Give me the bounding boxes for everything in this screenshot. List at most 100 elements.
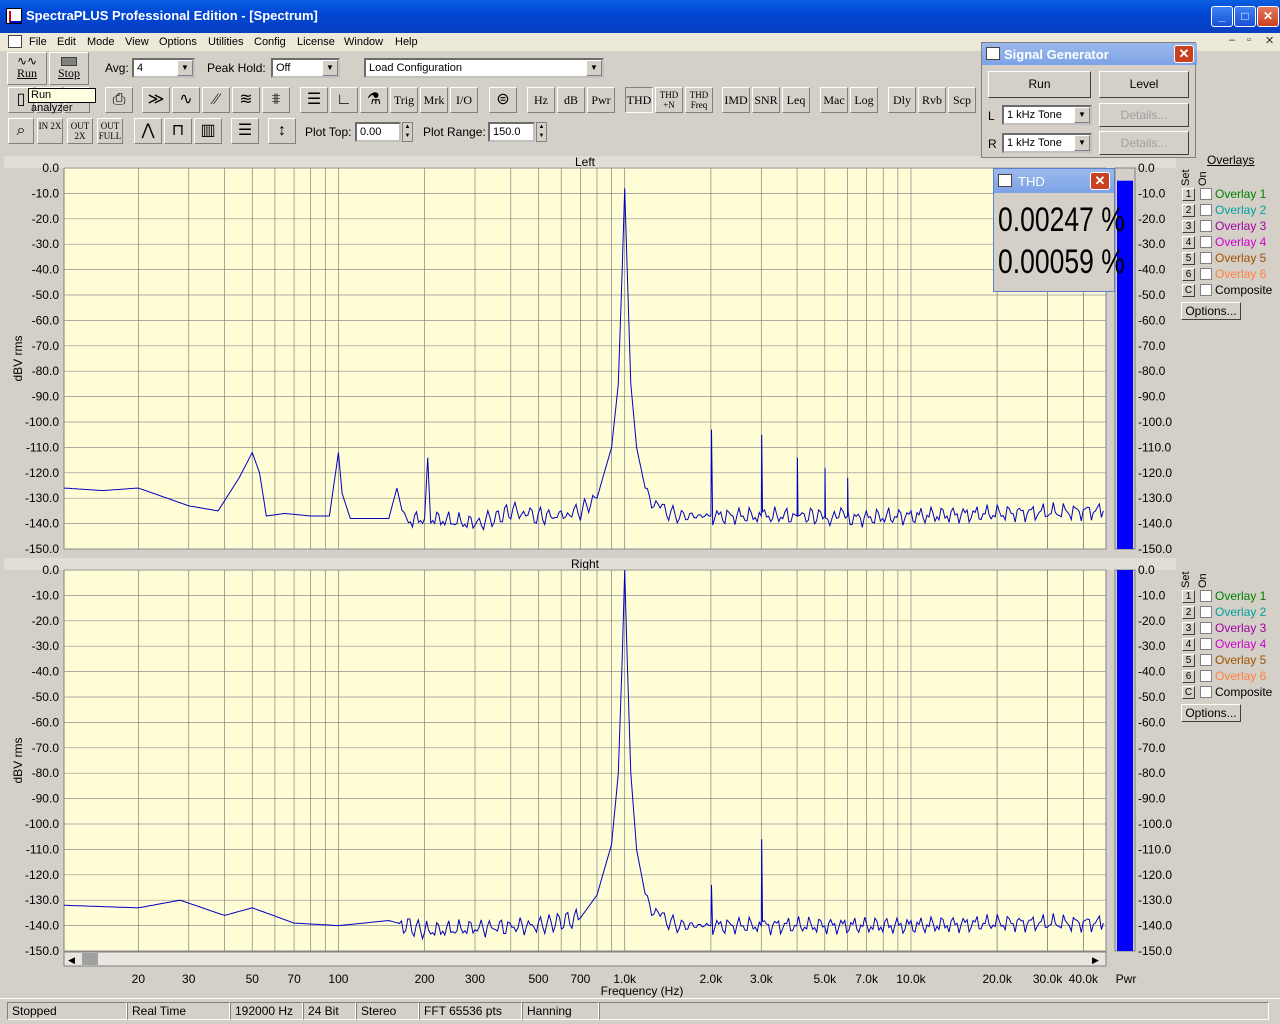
overlay-set-button[interactable]: 4 [1182, 638, 1195, 651]
calibration-button[interactable]: ⚗ [360, 87, 388, 113]
sawtooth-button[interactable]: ⁄⁄ [202, 87, 230, 113]
io-button[interactable]: I/O [450, 87, 478, 113]
bar-style-button[interactable]: ▥ [194, 118, 222, 144]
overlay-set-button[interactable]: C [1182, 686, 1195, 699]
signal-generator-button[interactable]: ⊜ [489, 87, 517, 113]
mac-button[interactable]: Mac [820, 87, 848, 113]
generator-right-details-button[interactable]: Details... [1099, 131, 1189, 155]
imd-button[interactable]: IMD [722, 87, 750, 113]
signal-generator-close-button[interactable]: ✕ [1174, 45, 1194, 63]
overlay-checkbox[interactable] [1200, 268, 1212, 280]
menu-options[interactable]: Options [159, 36, 197, 48]
scp-button[interactable]: Scp [948, 87, 976, 113]
spectrogram-button[interactable]: ≋ [232, 87, 260, 113]
overlay-checkbox[interactable] [1200, 284, 1212, 296]
vertical-scale-button[interactable]: ↕ [268, 118, 296, 144]
dly-button[interactable]: Dly [888, 87, 916, 113]
menu-mode[interactable]: Mode [87, 36, 115, 48]
overlay-checkbox[interactable] [1200, 670, 1212, 682]
3d-surface-button[interactable]: ⩨ [262, 87, 290, 113]
overlay-checkbox[interactable] [1200, 686, 1212, 698]
overlay-checkbox[interactable] [1200, 638, 1212, 650]
overlay-checkbox[interactable] [1200, 252, 1212, 264]
overlay-options-button[interactable]: Options... [1181, 302, 1241, 320]
overlay-set-button[interactable]: 5 [1182, 654, 1195, 667]
line-style-button[interactable]: ⋀ [134, 118, 162, 144]
overlay-set-button[interactable]: 2 [1182, 204, 1195, 217]
menu-config[interactable]: Config [254, 36, 286, 48]
run-button[interactable]: ∿∿ Run [7, 52, 47, 85]
thd-freq-button[interactable]: THD Freq [685, 87, 713, 113]
fast-forward-button[interactable]: ≫ [142, 87, 170, 113]
overlay-set-button[interactable]: 4 [1182, 236, 1195, 249]
plot-top-input[interactable]: 0.00 [355, 122, 401, 142]
overlay-checkbox[interactable] [1200, 188, 1212, 200]
generator-level-button[interactable]: Level [1099, 71, 1189, 98]
hz-button[interactable]: Hz [527, 87, 555, 113]
log-button[interactable]: Log [850, 87, 878, 113]
peak-hold-dropdown-icon[interactable]: ▼ [322, 60, 338, 76]
trig-button[interactable]: Trig [390, 87, 418, 113]
document-icon[interactable] [8, 35, 22, 48]
overlay-checkbox[interactable] [1200, 220, 1212, 232]
plot-properties-button[interactable]: ☰ [231, 118, 259, 144]
overlay-checkbox[interactable] [1200, 590, 1212, 602]
menu-help[interactable]: Help [395, 36, 418, 48]
properties-button[interactable]: ☰ [300, 87, 328, 113]
rvb-button[interactable]: Rvb [918, 87, 946, 113]
zoom-in-2x-button[interactable]: IN 2X [37, 118, 63, 144]
overlay-checkbox[interactable] [1200, 622, 1212, 634]
minimize-button[interactable]: _ [1211, 6, 1233, 27]
zoom-out-2x-button[interactable]: OUT 2X [67, 118, 93, 144]
overlay-set-button[interactable]: 2 [1182, 606, 1195, 619]
close-button[interactable]: ✕ [1257, 6, 1279, 27]
db-button[interactable]: dB [557, 87, 585, 113]
overlay-set-button[interactable]: 3 [1182, 220, 1195, 233]
mdi-minimize-button[interactable]: – [1229, 34, 1235, 46]
app-icon[interactable] [6, 8, 22, 24]
overlay-options-button[interactable]: Options... [1181, 704, 1241, 722]
menu-edit[interactable]: Edit [57, 36, 76, 48]
menu-view[interactable]: View [125, 36, 149, 48]
overlay-checkbox[interactable] [1200, 236, 1212, 248]
config-dropdown-icon[interactable]: ▼ [586, 60, 602, 76]
generator-run-button[interactable]: Run [988, 71, 1091, 98]
config-select[interactable]: Load Configuration [364, 58, 604, 78]
overlay-set-button[interactable]: 3 [1182, 622, 1195, 635]
axis-button[interactable]: ∟ [330, 87, 358, 113]
overlay-set-button[interactable]: 1 [1182, 188, 1195, 201]
overlay-checkbox[interactable] [1200, 606, 1212, 618]
zoom-button[interactable]: ⌕ [8, 118, 34, 144]
overlay-set-button[interactable]: 5 [1182, 252, 1195, 265]
mdi-close-button[interactable]: ✕ [1265, 34, 1274, 47]
snr-button[interactable]: SNR [752, 87, 780, 113]
thd-close-button[interactable]: ✕ [1090, 172, 1110, 190]
thd-button[interactable]: THD [625, 87, 653, 113]
generator-left-details-button[interactable]: Details... [1099, 103, 1189, 127]
plot-range-input[interactable]: 150.0 [488, 122, 535, 142]
overlay-set-button[interactable]: 1 [1182, 590, 1195, 603]
overlay-checkbox[interactable] [1200, 204, 1212, 216]
stop-button[interactable]: Stop [49, 52, 89, 85]
signal-generator-titlebar[interactable]: Signal Generator [982, 43, 1197, 65]
mrk-button[interactable]: Mrk [420, 87, 448, 113]
overlay-set-button[interactable]: 6 [1182, 268, 1195, 281]
menu-file[interactable]: File [29, 36, 47, 48]
zoom-out-full-button[interactable]: OUT FULL [97, 118, 123, 144]
menu-license[interactable]: License [297, 36, 335, 48]
pwr-button[interactable]: Pwr [587, 87, 615, 113]
overlay-checkbox[interactable] [1200, 654, 1212, 666]
thd-n-button[interactable]: THD +N [655, 87, 683, 113]
leq-button[interactable]: Leq [782, 87, 810, 113]
mdi-restore-button[interactable]: ▫ [1247, 34, 1251, 46]
time-series-button[interactable]: ∿ [172, 87, 200, 113]
generator-right-dropdown-icon[interactable]: ▼ [1074, 135, 1090, 151]
avg-dropdown-icon[interactable]: ▼ [177, 60, 193, 76]
step-style-button[interactable]: ⊓ [164, 118, 192, 144]
maximize-button[interactable]: □ [1234, 6, 1256, 27]
plot-top-spinner[interactable]: ▲ ▼ [402, 122, 413, 142]
menu-window[interactable]: Window [344, 36, 383, 48]
overlay-set-button[interactable]: C [1182, 284, 1195, 297]
menu-utilities[interactable]: Utilities [208, 36, 243, 48]
overlay-set-button[interactable]: 6 [1182, 670, 1195, 683]
